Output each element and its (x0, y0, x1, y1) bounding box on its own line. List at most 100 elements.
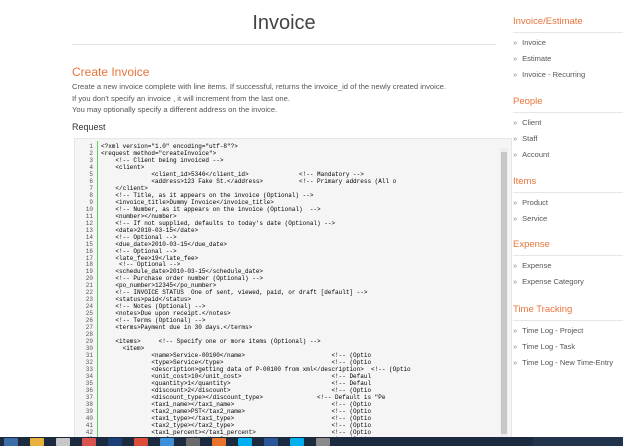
line-number: 11 (85, 212, 93, 220)
line-number: 35 (85, 379, 93, 387)
sidebar-item-label: Client (522, 118, 542, 127)
sidebar-heading: Expense (513, 239, 550, 250)
photoshop-icon[interactable] (108, 438, 122, 446)
windows-taskbar (0, 437, 623, 446)
code-line: <?xml version="1.0" encoding="utf-8"?> (101, 143, 238, 150)
scroll-thumb[interactable] (501, 152, 507, 434)
app-icon[interactable] (186, 438, 200, 446)
sidebar-item-label: Service (522, 214, 548, 223)
code-line: <status>paid</status> (101, 296, 192, 304)
line-number: 23 (85, 296, 93, 304)
line-number: 4 (89, 163, 93, 171)
line-number: 40 (85, 414, 93, 422)
line-number: 37 (85, 393, 93, 401)
chevron-right-icon: » (513, 70, 518, 79)
chevron-right-icon: » (513, 38, 518, 47)
line-number-gutter: 1 2 3 4 5 6 7 8 9 10 11 12 13 14 15 16 17 18 19 20 21 22 23 24 2… (75, 143, 93, 438)
line-number: 16 (85, 247, 93, 255)
firefox-icon[interactable] (212, 438, 226, 446)
code-scrollbar[interactable] (500, 148, 508, 437)
line-number: 22 (85, 289, 93, 297)
code-line: <item> (101, 345, 145, 353)
sidebar-item-service[interactable]: » Service (513, 211, 623, 227)
sidebar-item-account[interactable]: » Account (513, 147, 623, 163)
code-line: <!-- Title, as it appears on the invoice… (101, 191, 314, 199)
sidebar-item-label: Time Log - New Time-Entry (522, 358, 614, 367)
folder-icon[interactable] (30, 438, 44, 446)
sidebar-item-expense[interactable]: » Expense (513, 258, 623, 274)
chevron-right-icon: » (513, 150, 518, 159)
code-line: <schedule_date>2010-03-15</schedule_date… (101, 268, 264, 276)
sidebar-item-client[interactable]: » Client (513, 115, 623, 131)
sidebar-item-time-log-new-time-entry[interactable]: » Time Log - New Time-Entry (513, 355, 623, 371)
sidebar-item-label: Staff (522, 134, 538, 143)
sidebar-section-invoice-estimate: Invoice/Estimate » Invoice » Estimate » Invoic… (513, 15, 623, 83)
calendar-icon[interactable] (82, 438, 96, 446)
line-number: 34 (85, 372, 93, 380)
sidebar-item-invoice[interactable]: » Invoice (513, 35, 623, 51)
line-number: 25 (85, 310, 93, 318)
line-number: 24 (85, 303, 93, 311)
sidebar-item-label: Product (522, 198, 549, 207)
chevron-right-icon: » (513, 326, 518, 335)
sidebar-heading: Items (513, 176, 537, 187)
sidebar-item-label: Expense Category (522, 277, 584, 286)
sidebar-item-invoice-recurring[interactable]: » Invoice - Recurring (513, 67, 623, 83)
code-line: <tax1_name></tax1_name> <!-- (Optio (101, 400, 372, 408)
skype-icon-2[interactable] (290, 438, 304, 446)
browser-icon[interactable] (56, 438, 70, 446)
sidebar-item-staff[interactable]: » Staff (513, 131, 623, 147)
line-number: 7 (89, 184, 93, 192)
sidebar-section-expense: Expense » Expense » Expense Category (513, 238, 623, 290)
start-button[interactable] (4, 438, 18, 446)
sidebar-item-time-log-task[interactable]: » Time Log - Task (513, 339, 623, 355)
line-number: 31 (85, 352, 93, 360)
gutter-divider (97, 141, 98, 438)
description-line: If you don't specify an invoice , it wil… (72, 93, 290, 103)
word-icon[interactable] (264, 438, 278, 446)
chevron-right-icon: » (513, 277, 518, 286)
code-line: <tax1_percent></tax1_percent> <!-- (Opti… (101, 428, 372, 436)
code-line: <!-- Number, as it appears on the invoic… (101, 205, 321, 213)
system-tray[interactable] (533, 437, 623, 446)
sidebar-item-product[interactable]: » Product (513, 195, 623, 211)
sidebar-divider (513, 192, 623, 193)
line-number: 42 (85, 428, 93, 436)
chevron-right-icon: » (513, 118, 518, 127)
skype-icon[interactable] (238, 438, 252, 446)
line-number: 8 (89, 191, 93, 199)
line-number: 1 (89, 143, 93, 150)
sidebar-item-expense-category[interactable]: » Expense Category (513, 274, 623, 290)
section-description: Create a new invoice complete with line … (72, 81, 492, 116)
sidebar-divider (513, 32, 623, 33)
code-line: <po_number>12345</po_number> (101, 282, 217, 290)
code-line: <!-- Client being invoiced --> (101, 156, 224, 164)
sidebar-heading: People (513, 96, 543, 107)
section-title: Create Invoice (72, 65, 150, 79)
line-number: 36 (85, 386, 93, 394)
sidebar-section-time-tracking: Time Tracking » Time Log - Project » Time Lo… (513, 303, 623, 371)
code-line: <name>Service-00100</name> <!-- (Optio (101, 352, 372, 360)
sidebar-item-label: Invoice (522, 38, 546, 47)
description-line: Create a new invoice complete with line … (72, 82, 446, 91)
code-line: </client> (101, 184, 148, 192)
code-line: <request method="createInvoice"> (101, 149, 217, 157)
page-title: Invoice (252, 12, 316, 34)
sidebar-heading: Invoice/Estimate (513, 16, 583, 27)
code-line: <terms>Payment due in 30 days.</terms> (101, 324, 253, 332)
sidebar-item-label: Account (522, 150, 550, 159)
request-label: Request (72, 122, 106, 132)
line-number: 9 (89, 198, 93, 206)
code-line: <!-- Purchase order number (Optional) --… (101, 275, 264, 283)
sidebar-item-label: Time Log - Project (522, 326, 584, 335)
code-block[interactable]: 1 2 3 4 5 6 7 8 9 10 11 12 13 14 15 16 17 18 19 20 21 22 23 24 2… (74, 138, 512, 439)
ie-icon[interactable] (160, 438, 174, 446)
line-number: 38 (85, 400, 93, 408)
sidebar-divider (513, 320, 623, 321)
code-line: <tax2_type></tax2_type> <!-- (Optio (101, 421, 372, 429)
sidebar-item-estimate[interactable]: » Estimate (513, 51, 623, 67)
app-icon-2[interactable] (316, 438, 330, 446)
chrome-icon[interactable] (134, 438, 148, 446)
sidebar-item-time-log-project[interactable]: » Time Log - Project (513, 323, 623, 339)
line-number: 5 (89, 170, 93, 178)
